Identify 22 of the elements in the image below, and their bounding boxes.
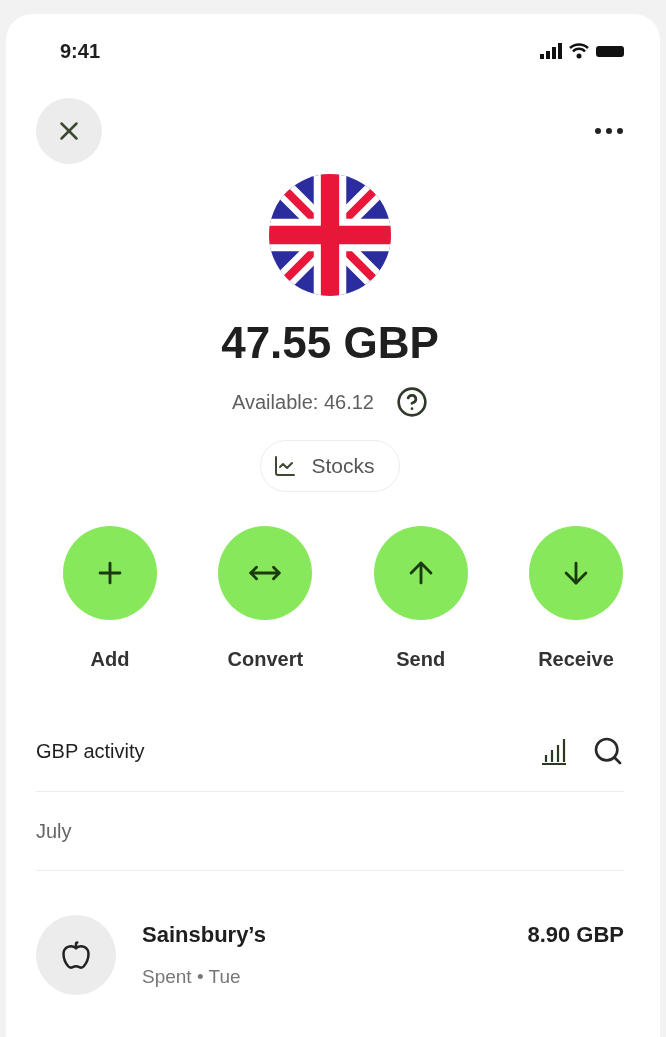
apple-icon <box>61 940 91 970</box>
search-icon[interactable] <box>592 735 624 767</box>
action-label[interactable]: Add <box>90 648 130 671</box>
bar-chart-icon[interactable] <box>540 737 568 765</box>
balance-amount: 47.55 GBP <box>221 318 439 368</box>
line-chart-icon <box>273 454 298 478</box>
more-icon[interactable] <box>594 127 624 135</box>
month-header: July <box>36 819 72 843</box>
wifi-icon <box>568 43 590 59</box>
transaction-amount: 8.90 GBP <box>527 922 624 948</box>
available-balance: Available: 46.12 <box>232 390 374 414</box>
action-label[interactable]: Send <box>396 648 446 671</box>
stocks-button[interactable]: Stocks <box>260 440 400 492</box>
transaction-detail: Spent • Tue <box>142 966 242 988</box>
battery-icon <box>596 46 624 57</box>
section-title: GBP activity <box>36 739 145 763</box>
help-icon[interactable] <box>396 386 428 418</box>
merchant-name[interactable]: Sainsbury’s <box>142 922 266 948</box>
action-label[interactable]: Convert <box>227 648 304 671</box>
signal-icon <box>540 43 562 59</box>
status-time: 9:41 <box>60 39 101 63</box>
action-label[interactable]: Receive <box>538 648 614 671</box>
